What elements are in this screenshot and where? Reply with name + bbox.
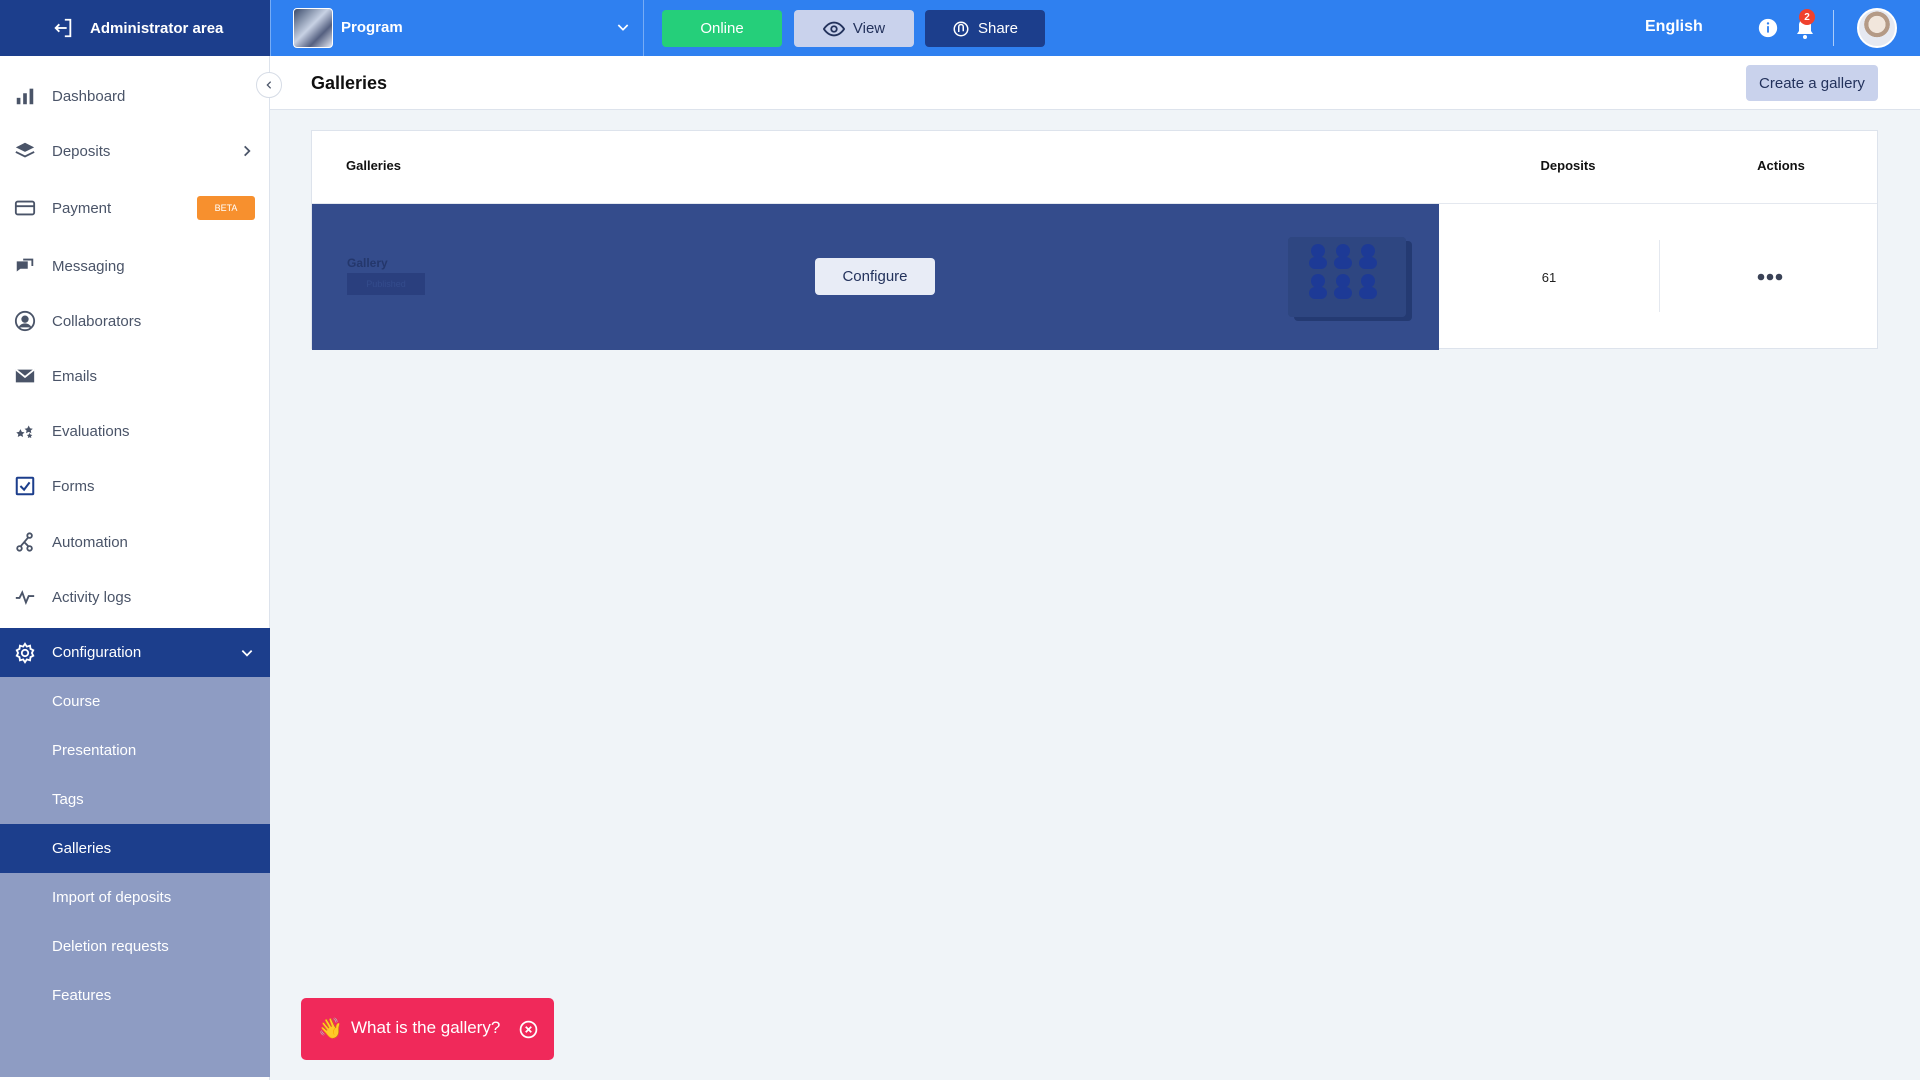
checkbox-icon <box>15 476 35 496</box>
online-label: Online <box>700 20 744 37</box>
table-row: Gallery Published Configure <box>312 204 1439 350</box>
column-header-deposits: Deposits <box>1540 158 1596 173</box>
sidebar-item-label: Payment <box>52 199 112 217</box>
sidebar-item-label: Forms <box>52 477 95 495</box>
sidebar-item-deposits[interactable]: Deposits <box>0 126 270 176</box>
sidebar: Dashboard Deposits Payment BETA Messagin… <box>0 56 270 1080</box>
wave-emoji: 👋 <box>318 1018 343 1040</box>
chevron-down-icon <box>241 649 253 657</box>
sidebar-item-messaging[interactable]: Messaging <box>0 241 270 291</box>
sidebar-item-label: Evaluations <box>52 422 130 440</box>
more-horizontal-icon <box>1757 273 1782 281</box>
user-circle-icon <box>14 310 36 332</box>
sidebar-item-payment[interactable]: Payment BETA <box>0 183 270 233</box>
create-gallery-button[interactable]: Create a gallery <box>1746 65 1878 101</box>
sidebar-item-configuration[interactable]: Configuration <box>0 628 270 677</box>
notification-count-badge: 2 <box>1799 9 1815 25</box>
submenu-item-deletion-requests[interactable]: Deletion requests <box>0 922 270 971</box>
submenu-item-galleries[interactable]: Galleries <box>0 824 270 873</box>
administrator-area-label: Administrator area <box>90 19 224 37</box>
pulse-icon <box>15 590 35 605</box>
page-title: Galleries <box>311 73 388 93</box>
submenu-item-features[interactable]: Features <box>0 971 270 1020</box>
configure-button[interactable]: Configure <box>815 258 935 295</box>
sidebar-item-automation[interactable]: Automation <box>0 517 270 567</box>
submenu-item-tags[interactable]: Tags <box>0 775 270 824</box>
automation-icon <box>16 532 33 552</box>
envelope-icon <box>15 368 35 383</box>
deposits-count: 61 <box>1541 269 1557 285</box>
column-header-galleries: Galleries <box>346 158 401 173</box>
sidebar-item-label: Collaborators <box>52 312 142 330</box>
help-toast[interactable]: 👋 What is the gallery? <box>301 998 554 1060</box>
row-actions-button[interactable] <box>1660 204 1879 350</box>
close-icon[interactable] <box>519 1020 538 1039</box>
share-button[interactable]: Share <box>925 10 1045 47</box>
info-icon[interactable] <box>1757 17 1779 39</box>
gallery-name: Gallery <box>347 256 388 270</box>
sidebar-item-forms[interactable]: Forms <box>0 461 270 511</box>
credit-card-icon <box>14 200 36 216</box>
chevron-down-icon <box>617 24 629 31</box>
sidebar-collapse-button[interactable] <box>256 72 282 98</box>
program-selector[interactable]: Program <box>270 0 644 56</box>
administrator-area-link[interactable]: Administrator area <box>0 0 270 56</box>
sidebar-item-label: Emails <box>52 367 98 385</box>
help-toast-text: What is the gallery? <box>351 1018 501 1037</box>
view-button[interactable]: View <box>794 10 914 47</box>
layers-icon <box>15 142 35 158</box>
online-status-button[interactable]: Online <box>662 10 782 47</box>
top-bar: Administrator area Program Online View S… <box>0 0 1920 56</box>
program-label: Program <box>341 19 403 36</box>
beta-badge: BETA <box>197 196 255 220</box>
bar-chart-icon <box>16 88 34 105</box>
galleries-table: Galleries Deposits Actions Gallery Publi… <box>311 130 1879 350</box>
gallery-people-icon <box>1288 237 1406 317</box>
avatar[interactable] <box>1857 8 1897 48</box>
share-label: Share <box>977 20 1019 37</box>
chevron-right-icon <box>244 145 251 157</box>
sidebar-item-activity-logs[interactable]: Activity logs <box>0 572 270 622</box>
sidebar-item-collaborators[interactable]: Collaborators <box>0 296 270 346</box>
sidebar-item-label: Dashboard <box>52 87 126 105</box>
chevron-left-icon <box>266 81 272 89</box>
share-icon <box>953 21 969 36</box>
sidebar-item-label: Automation <box>52 533 128 551</box>
sidebar-item-dashboard[interactable]: Dashboard <box>0 71 270 121</box>
view-label: View <box>852 20 886 37</box>
sidebar-item-label: Activity logs <box>52 588 132 606</box>
page-header: Galleries Create a gallery <box>270 56 1920 110</box>
divider <box>1833 10 1834 46</box>
sidebar-item-label: Configuration <box>52 644 142 661</box>
chat-icon <box>16 258 34 272</box>
status-badge: Published <box>347 273 425 295</box>
sidebar-item-emails[interactable]: Emails <box>0 351 270 401</box>
stars-icon <box>16 425 33 439</box>
sidebar-item-evaluations[interactable]: Evaluations <box>0 406 270 456</box>
sidebar-item-label: Deposits <box>52 142 111 160</box>
column-header-actions: Actions <box>1757 158 1805 173</box>
gear-icon <box>15 641 35 664</box>
configuration-submenu: Course Presentation Tags Galleries Impor… <box>0 677 270 1077</box>
program-thumbnail <box>293 8 333 48</box>
eye-icon <box>822 21 845 36</box>
sidebar-item-label: Messaging <box>52 257 125 275</box>
exit-icon <box>54 18 72 38</box>
language-selector[interactable]: English <box>1645 18 1703 36</box>
submenu-item-import-of-deposits[interactable]: Import of deposits <box>0 873 270 922</box>
submenu-item-presentation[interactable]: Presentation <box>0 726 270 775</box>
submenu-item-course[interactable]: Course <box>0 677 270 726</box>
